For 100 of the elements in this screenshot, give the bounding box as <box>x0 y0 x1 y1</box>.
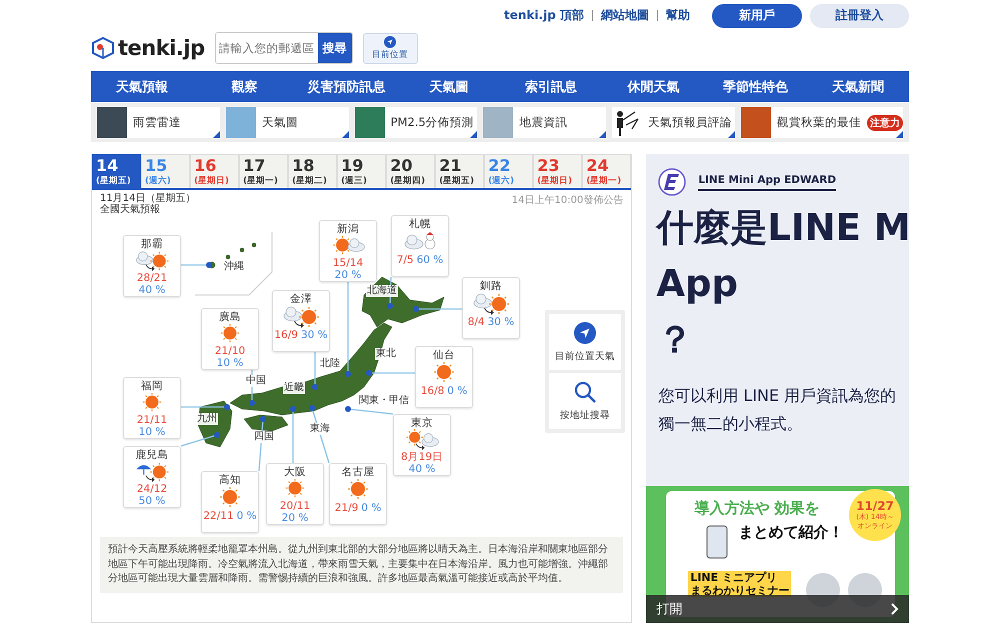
header-link[interactable]: 幫助 <box>666 7 690 24</box>
islet-group <box>208 242 256 268</box>
ad-text: 您可以利用 LINE 用戶資訊為您的 <box>658 385 898 407</box>
city-name: 仙台 <box>433 349 455 361</box>
sub-nav-card[interactable]: 地震資訊 <box>483 107 606 138</box>
temperature: 21/10 <box>214 345 246 357</box>
ad-brand: LINE Mini App EDWARD <box>698 174 836 190</box>
weather-icon <box>281 305 321 329</box>
sub-nav-label: 雨雲雷達 <box>133 115 181 130</box>
sub-nav-label: 天氣預報員評論 <box>648 115 732 130</box>
nav-item[interactable]: 季節性特色 <box>704 78 807 96</box>
city-dot <box>309 405 315 411</box>
date-tab[interactable]: 21 (星期五) <box>435 154 484 188</box>
nav-item[interactable]: 天氣新聞 <box>806 78 909 96</box>
postal-code-search-field[interactable]: 請輸入您的郵遞區 搜尋 <box>214 32 353 64</box>
leader-line <box>251 370 253 403</box>
nav-item[interactable]: 索引訊息 <box>500 78 602 96</box>
city-forecast-card[interactable]: 大阪 20/11 20 % <box>266 463 324 525</box>
sub-nav-label: PM2.5分佈預測 <box>390 115 474 130</box>
location-icon <box>574 322 596 344</box>
precipitation-chance: 10 % <box>138 426 166 438</box>
ad-headline: ？ <box>655 317 694 363</box>
date-tab[interactable]: 24 (星期一) <box>582 154 632 188</box>
forecast-date: 11月14日（星期五） <box>100 193 196 204</box>
precipitation-chance: 30 % <box>300 329 328 341</box>
city-dot <box>345 371 351 377</box>
sub-nav-label: 地震資訊 <box>519 115 568 130</box>
ad-headline: App <box>655 261 739 307</box>
header-link[interactable]: tenki.jp 頂部 <box>504 7 584 24</box>
thumbnail-image <box>483 107 514 138</box>
nav-item[interactable]: 災害預防訊息 <box>296 78 398 96</box>
sub-nav-label: 觀賞秋葉的最佳 <box>776 115 861 130</box>
city-forecast-card[interactable]: 鹿兒島 24/12 50 % <box>123 446 181 508</box>
banner-title: 導入方法や 効果を <box>694 499 820 518</box>
region-label: 北陸 <box>319 358 341 370</box>
city-forecast-card[interactable]: 東京 8月19日 40 % <box>393 414 451 476</box>
sub-nav-label: 天氣圖 <box>262 115 298 130</box>
city-forecast-card[interactable]: 名古屋 21/9 0 % <box>329 463 387 525</box>
date-tab[interactable]: 23 (星期日) <box>533 154 582 188</box>
city-forecast-card[interactable]: 高知 22/11 0 % <box>201 471 259 533</box>
temperature: 7/5 <box>396 254 414 266</box>
temperature: 8/4 <box>468 316 485 328</box>
region-label: 北海道 <box>366 285 398 297</box>
precipitation-chance: 0 % <box>361 502 382 514</box>
region-label: 関東・甲信 <box>358 395 410 407</box>
sub-nav-card[interactable]: 觀賞秋葉的最佳 注意力 <box>740 107 903 138</box>
logo-text[interactable]: tenki.jp <box>118 36 205 60</box>
nav-item[interactable]: 休閒天氣 <box>602 78 704 96</box>
date-tab[interactable]: 16 (星期日) <box>190 154 240 188</box>
city-name: 札幌 <box>409 218 431 230</box>
city-dot <box>413 306 419 312</box>
nav-item[interactable]: 天氣預報 <box>91 78 194 96</box>
search-button[interactable]: 搜尋 <box>318 33 352 63</box>
city-forecast-card[interactable]: 廣島 21/10 10 % <box>201 308 259 370</box>
city-name: 鹿兒島 <box>136 449 168 461</box>
nav-item[interactable]: 觀察 <box>193 78 296 96</box>
nav-item[interactable]: 天氣圖 <box>398 78 500 96</box>
city-forecast-card[interactable]: 仙台 16/8 0 % <box>415 346 473 408</box>
city-forecast-card[interactable]: 金澤 16/9 30 % <box>272 290 330 352</box>
city-forecast-card[interactable]: 新潟 15/14 20 % <box>319 220 377 282</box>
precipitation-chance: 60 % <box>416 254 444 266</box>
date-tab[interactable]: 18 (星期二) <box>288 154 338 188</box>
city-dot <box>366 370 372 376</box>
register-button[interactable]: 新用戶 <box>712 4 802 28</box>
city-name: 大阪 <box>284 466 306 478</box>
sub-nav-card[interactable]: 天氣預報員評論 <box>612 107 735 138</box>
temperature: 24/12 <box>136 483 168 495</box>
login-button[interactable]: 註冊登入 <box>810 4 909 28</box>
city-forecast-card[interactable]: 福岡 21/11 10 % <box>123 377 181 439</box>
city-dot <box>249 400 255 406</box>
edward-logo-icon <box>658 168 686 196</box>
ad-headline: 什麼是LINE M <box>654 205 909 251</box>
date-tab[interactable]: 17 (星期一) <box>239 154 288 188</box>
open-ad-button[interactable]: 打開 <box>646 595 909 623</box>
city-forecast-card[interactable]: 釧路 8/4 30 % <box>462 277 520 339</box>
region-label: 東北 <box>375 348 397 360</box>
city-forecast-card[interactable]: 那霸 28/21 40 % <box>123 235 181 297</box>
header-link[interactable]: 網站地圖 <box>601 7 649 24</box>
forecast-summary: 預計今天高壓系統將輕柔地籠罩本州島。從九州到東北部的大部分地區將以晴天為主。日本海沿岸和關東地區部分地區下午可能出現降雨。冷空氣將流入北海道，帶來雨雪天氣，主要集中在日本海沿岸。風力也可能增強。沖繩部分地區可能出現大量雲層和降雨。需警惕持續的巨浪和強風。許多地區最高氣溫可能接近或高於平均值。 <box>100 537 624 592</box>
city-forecast-card[interactable]: 札幌 7/5 60 % <box>391 215 449 277</box>
current-location-button[interactable]: 目前位置 <box>362 32 418 64</box>
address-search-button[interactable]: 按地址搜尋 <box>549 373 621 429</box>
city-dot <box>345 406 351 412</box>
seminar-date: 11/27 <box>856 500 894 512</box>
thumbnail-image <box>354 107 385 138</box>
city-name: 廣島 <box>219 311 241 323</box>
temperature: 20/11 <box>280 500 310 512</box>
date-tab[interactable]: 14 (星期五) <box>92 154 142 188</box>
date-tab[interactable]: 19 (週三) <box>337 154 386 188</box>
region-label: 中国 <box>245 375 267 387</box>
city-name: 名古屋 <box>342 466 374 478</box>
city-name: 釧路 <box>480 280 502 292</box>
location-weather-button[interactable]: 目前位置天氣 <box>549 314 621 370</box>
date-tab[interactable]: 20 (星期四) <box>386 154 436 188</box>
sub-nav-card[interactable]: PM2.5分佈預測 <box>354 107 478 138</box>
precipitation-chance: 0 % <box>236 510 257 522</box>
leader-line <box>292 409 294 463</box>
sub-nav-card[interactable]: 天氣圖 <box>226 107 349 138</box>
city-dot <box>290 406 296 412</box>
sub-nav-card[interactable]: 雨雲雷達 <box>97 107 220 138</box>
